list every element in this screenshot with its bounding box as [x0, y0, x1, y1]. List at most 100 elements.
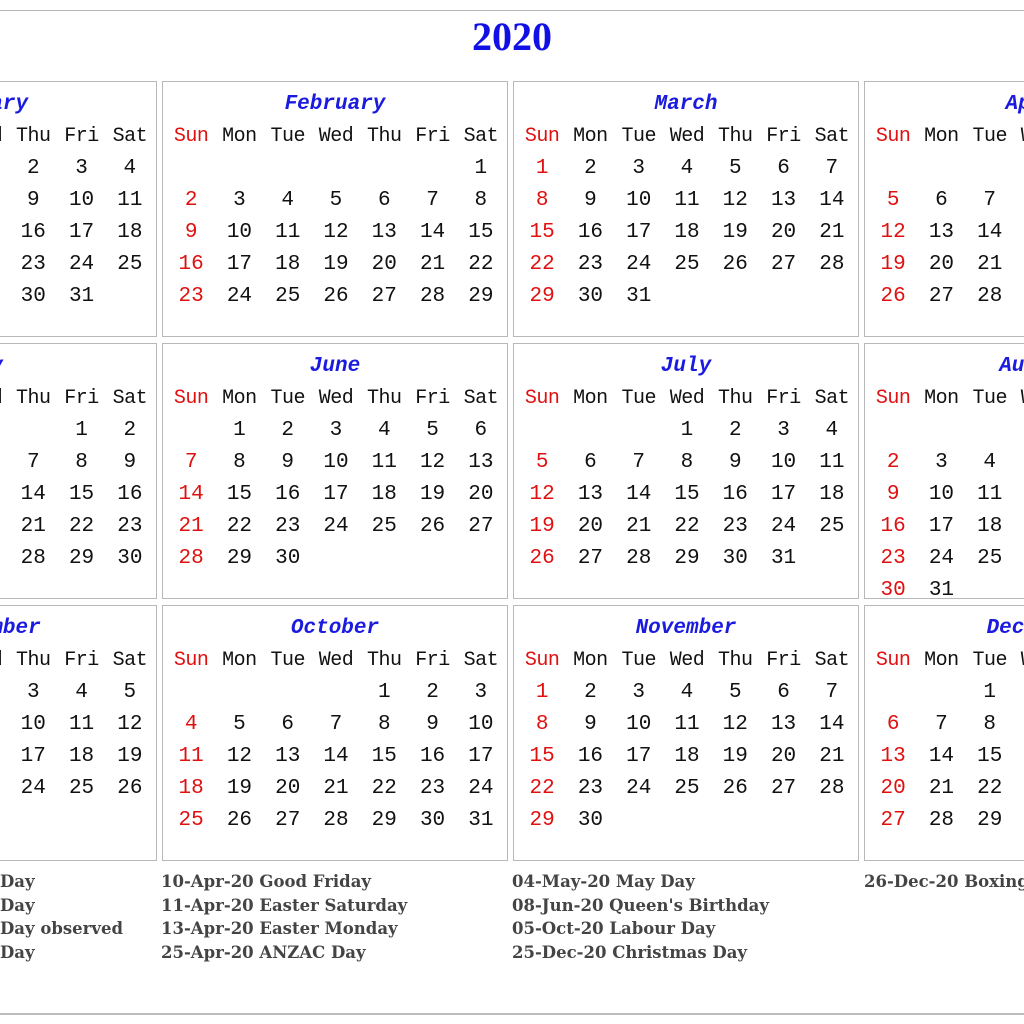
bottom-border-line [0, 1013, 1024, 1015]
weekday-label: Mon [573, 649, 608, 672]
day-cell: 29 [68, 547, 95, 570]
day-cell: 23 [722, 515, 748, 538]
month-june: June Sun Mon Tue Wed Thu Fri Sat 1 2 3 4 5 6 7 8 9 10 11 12… [162, 343, 508, 599]
day-cell: 13 [770, 189, 797, 212]
day-cell: 13 [275, 745, 301, 768]
day-cell: 29 [468, 285, 494, 308]
day-cell: 2 [281, 419, 294, 442]
day-cell: 5 [1014, 450, 1024, 476]
day-cell: 2 [184, 189, 198, 212]
day-cell: 18 [275, 253, 301, 276]
day-cell: 8 [0, 188, 9, 214]
weekday-label: Mon [924, 125, 959, 148]
month-name: July [660, 355, 712, 378]
day-cell: 22 [1014, 252, 1024, 278]
weekday-label: Sat [463, 125, 499, 148]
day-cell: 6 [0, 450, 9, 476]
weekday-label: Fri [64, 125, 99, 148]
day-cell: 26 [880, 285, 906, 308]
day-cell: 15 [468, 221, 494, 244]
day-cell: 16 [275, 483, 301, 506]
weekday-label: Wed [0, 124, 9, 150]
day-cell: 2 [1014, 680, 1024, 706]
day-cell: 1 [233, 419, 246, 442]
weekday-label: Thu [16, 387, 51, 410]
day-cell: 8 [75, 451, 88, 474]
week-row: 11 12 13 14 15 16 17 [167, 744, 505, 770]
holiday-entry: 13-Apr-20 Easter Monday [161, 919, 398, 938]
week-row: 29 30 [518, 808, 856, 834]
weekday-label: Wed [669, 387, 705, 410]
weekday-header-row: SunMonTueWedThuFriSat [869, 648, 1024, 674]
day-cell: 2 [426, 681, 439, 704]
week-row: 20212223242526 [0, 776, 154, 802]
weekday-label: Tue [972, 649, 1007, 672]
day-cell: 7 [426, 189, 439, 212]
day-cell [106, 808, 154, 834]
week-row: 8 9 10 11 12 13 14 [518, 188, 856, 214]
day-cell: 18 [371, 483, 397, 506]
day-cell: 15 [68, 483, 95, 506]
week-row: 20212223242526 [869, 776, 1024, 802]
week-row: 24252627282930 [0, 546, 154, 572]
day-cell: 8 [983, 713, 996, 736]
day-cell: 13 [770, 713, 797, 736]
day-cell [917, 680, 965, 706]
day-cell: 20 [275, 777, 301, 800]
weekday-label: Mon [222, 387, 257, 410]
day-cell [966, 578, 1014, 604]
month-name: March [654, 93, 718, 116]
day-cell: 4 [75, 681, 88, 704]
holiday-entry: 26-Dec-20 Boxing [864, 872, 1024, 891]
day-cell: 5 [329, 189, 343, 212]
week-row: 15 16 17 18 19 20 21 [518, 744, 856, 770]
day-cell: 20 [0, 514, 9, 540]
day-cell: 30 [880, 579, 906, 602]
day-cell: 9 [26, 189, 40, 212]
week-row: 262728293031 [0, 284, 154, 310]
day-cell: 5 [123, 681, 137, 704]
day-cell: 13 [468, 451, 494, 474]
day-cell: 16 [419, 745, 446, 768]
day-cell: 11 [275, 221, 301, 244]
day-cell: 25 [819, 515, 845, 538]
day-cell: 29 [226, 547, 253, 570]
day-cell: 12 [722, 189, 748, 212]
month-name: October [290, 617, 380, 640]
day-cell [966, 418, 1014, 444]
day-cell [215, 680, 263, 706]
day-cell: 20 [880, 777, 906, 800]
day-cell: 10 [226, 221, 253, 244]
weekday-header-row: SunMonTueWedThuFriSat [518, 648, 856, 674]
day-cell: 14 [178, 483, 204, 506]
day-cell: 21 [178, 515, 204, 538]
weekday-label: Tue [972, 125, 1007, 148]
day-cell: 26 [722, 253, 748, 276]
weekday-label: Thu [718, 387, 753, 410]
day-cell: 18 [68, 745, 95, 768]
month-name: May [0, 354, 156, 380]
day-cell: 10 [68, 189, 95, 212]
week-row: 1 [869, 418, 1024, 444]
day-cell: 16 [117, 483, 143, 506]
day-cell: 18 [674, 745, 700, 768]
weekday-header-row: SunMonTueWedThuFriSat [869, 124, 1024, 150]
day-cell: 23 [178, 285, 204, 308]
day-cell: 7 [632, 451, 645, 474]
day-cell: 16 [880, 515, 906, 538]
day-cell [360, 156, 408, 182]
week-row: 1 2 3 4 5 6 7 [518, 680, 856, 706]
month-march: March Sun Mon Tue Wed Thu Fri Sat 1 2 3 4 5 6 7 8 9 10 11 1… [513, 81, 859, 337]
holiday-list-4: 26-Dec-20 Boxing [864, 870, 1024, 894]
day-cell: 9 [1014, 712, 1024, 738]
day-cell: 23 [0, 776, 9, 802]
weekday-header-row: SunMonTueWedThuFriSat [167, 386, 505, 412]
week-row: 4 5 6 7 8 9 10 [167, 712, 505, 738]
day-cell [9, 578, 57, 604]
day-cell: 17 [626, 745, 652, 768]
day-cell: 25 [977, 547, 1003, 570]
day-cell: 12 [1014, 482, 1024, 508]
week-row: 31 [0, 578, 154, 604]
week-row: 2627282930 [869, 284, 1024, 310]
day-cell: 1 [377, 681, 391, 704]
